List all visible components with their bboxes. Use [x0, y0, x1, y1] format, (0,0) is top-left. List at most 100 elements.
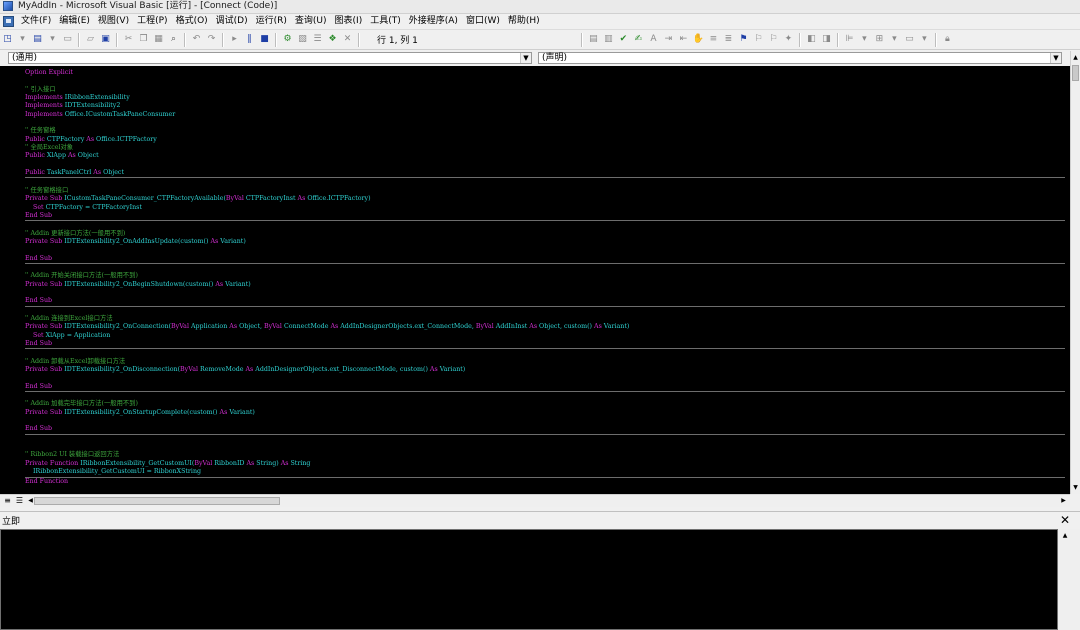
- code-keyword: As: [594, 323, 604, 331]
- complete-word-icon[interactable]: A: [648, 34, 659, 45]
- cursor-position: 行 1, 列 1: [377, 36, 418, 46]
- menu-diagram[interactable]: 图表(I): [331, 14, 367, 29]
- center-icon[interactable]: ⊞: [874, 34, 885, 45]
- dropdown-arrow-icon[interactable]: ▾: [859, 34, 870, 45]
- code-keyword: As: [330, 323, 341, 331]
- chevron-down-icon[interactable]: ▼: [1050, 53, 1061, 63]
- design-mode-icon[interactable]: ⚙: [282, 34, 293, 45]
- code-identifier: ConnectMode: [283, 323, 331, 331]
- previous-bookmark-icon[interactable]: ⚐: [768, 34, 779, 45]
- quick-info-icon[interactable]: ✔: [618, 34, 629, 45]
- code-keyword: Private Sub: [25, 323, 65, 331]
- next-bookmark-icon[interactable]: ⚐: [753, 34, 764, 45]
- list-properties-icon[interactable]: ▤: [588, 34, 599, 45]
- code-editor[interactable]: Option Explicit '' 引入接口 Implements IRibbo…: [0, 66, 1070, 494]
- immediate-window[interactable]: [0, 529, 1058, 630]
- outdent-icon[interactable]: ⇤: [678, 34, 689, 45]
- cut-icon[interactable]: ✂: [123, 34, 134, 45]
- scroll-down-icon[interactable]: ▼: [1071, 483, 1080, 493]
- full-module-view-icon[interactable]: ☰: [15, 496, 24, 505]
- parameter-info-icon[interactable]: ✍: [633, 34, 644, 45]
- dropdown-arrow-icon[interactable]: ▾: [919, 34, 930, 45]
- code-keyword: Public: [25, 135, 47, 143]
- menu-edit[interactable]: 编辑(E): [55, 14, 94, 29]
- notepad-icon[interactable]: ▭: [62, 34, 73, 45]
- object-browser-icon[interactable]: ❖: [327, 34, 338, 45]
- scroll-thumb[interactable]: [1072, 65, 1079, 81]
- menu-run[interactable]: 运行(R): [252, 14, 291, 29]
- code-window-dropdowns: (通用) ▼ (声明) ▼: [0, 51, 1080, 65]
- view-excel-icon[interactable]: ◳: [2, 34, 13, 45]
- bring-to-front-icon[interactable]: ◧: [806, 34, 817, 45]
- code-keyword: As: [86, 135, 97, 143]
- make-same-size-icon[interactable]: ▭: [904, 34, 915, 45]
- dropdown-arrow-icon[interactable]: ▾: [889, 34, 900, 45]
- save-icon[interactable]: ▣: [100, 34, 111, 45]
- indent-icon[interactable]: ⇥: [663, 34, 674, 45]
- insert-module-icon[interactable]: ▤: [32, 34, 43, 45]
- code-keyword: Private Sub: [25, 195, 65, 203]
- copy-icon[interactable]: ❐: [138, 34, 149, 45]
- list-constants-icon[interactable]: ▥: [603, 34, 614, 45]
- undo-icon[interactable]: ↶: [191, 34, 202, 45]
- find-icon[interactable]: ⌕: [168, 34, 179, 45]
- code-line: '' 引入接口: [25, 86, 1065, 94]
- toggle-breakpoint-icon[interactable]: ✋: [693, 34, 704, 45]
- procedure-dropdown[interactable]: (声明) ▼: [538, 52, 1062, 64]
- code-identifier: IDTExtensibility2_OnBeginShutdown(custom…: [64, 280, 216, 288]
- scroll-up-icon[interactable]: ▲: [1071, 53, 1080, 63]
- dropdown-arrow-icon[interactable]: ▾: [47, 34, 58, 45]
- menu-debug[interactable]: 调试(D): [212, 14, 252, 29]
- menu-window[interactable]: 窗口(W): [462, 14, 504, 29]
- menu-view[interactable]: 视图(V): [94, 14, 133, 29]
- send-to-back-icon[interactable]: ◨: [821, 34, 832, 45]
- dropdown-arrow-icon[interactable]: ▾: [17, 34, 28, 45]
- reset-icon[interactable]: ■: [259, 34, 270, 45]
- pause-icon[interactable]: ‖: [244, 34, 255, 45]
- lock-controls-icon[interactable]: 🔒︎: [942, 34, 953, 45]
- menu-addins[interactable]: 外接程序(A): [405, 14, 462, 29]
- code-line: '' 任务窗格: [25, 127, 1065, 135]
- code-identifier: IDTExtensibility2_OnStartupComplete(cust…: [64, 408, 220, 416]
- close-icon[interactable]: ✕: [1059, 514, 1071, 526]
- comment-block-icon[interactable]: ≡: [708, 34, 719, 45]
- menu-tools[interactable]: 工具(T): [366, 14, 405, 29]
- code-keyword: As: [219, 408, 230, 416]
- scroll-up-icon[interactable]: ▲: [1060, 531, 1070, 541]
- menu-project[interactable]: 工程(P): [133, 14, 171, 29]
- properties-icon[interactable]: ☰: [312, 34, 323, 45]
- code-identifier: Application: [190, 323, 230, 331]
- chevron-down-icon[interactable]: ▼: [520, 53, 531, 63]
- code-keyword: Public: [25, 169, 47, 177]
- toolbox-icon[interactable]: ✕: [342, 34, 353, 45]
- immediate-vertical-scrollbar[interactable]: ▲: [1058, 529, 1080, 630]
- code-keyword: Private Sub: [25, 237, 65, 245]
- code-identifier: CTPFactory = CTPFactoryInst: [45, 203, 142, 211]
- clear-bookmarks-icon[interactable]: ✦: [783, 34, 794, 45]
- procedure-view-icon[interactable]: ≡: [3, 496, 12, 505]
- code-window-icon[interactable]: [3, 16, 14, 27]
- bookmark-icon[interactable]: ⚑: [738, 34, 749, 45]
- code-vertical-scrollbar[interactable]: ▲ ▼: [1070, 51, 1080, 494]
- menu-query[interactable]: 查询(U): [291, 14, 331, 29]
- scroll-right-icon[interactable]: ▶: [1059, 496, 1068, 506]
- redo-icon[interactable]: ↷: [206, 34, 217, 45]
- horizontal-scroll-thumb[interactable]: [34, 497, 280, 505]
- run-icon[interactable]: ▸: [229, 34, 240, 45]
- align-icon[interactable]: ⊫: [844, 34, 855, 45]
- code-line: Private Sub ICustomTaskPaneConsumer_CTPF…: [25, 195, 1065, 203]
- menu-help[interactable]: 帮助(H): [504, 14, 544, 29]
- open-folder-icon[interactable]: ▱: [85, 34, 96, 45]
- uncomment-block-icon[interactable]: ≣: [723, 34, 734, 45]
- menu-format[interactable]: 格式(O): [172, 14, 212, 29]
- code-line: Private Sub IDTExtensibility2_OnDisconne…: [25, 366, 1065, 374]
- project-explorer-icon[interactable]: ▧: [297, 34, 308, 45]
- object-dropdown[interactable]: (通用) ▼: [8, 52, 532, 64]
- paste-icon[interactable]: ▦: [153, 34, 164, 45]
- code-identifier: RemoveMode: [199, 366, 246, 374]
- menu-file[interactable]: 文件(F): [17, 14, 55, 29]
